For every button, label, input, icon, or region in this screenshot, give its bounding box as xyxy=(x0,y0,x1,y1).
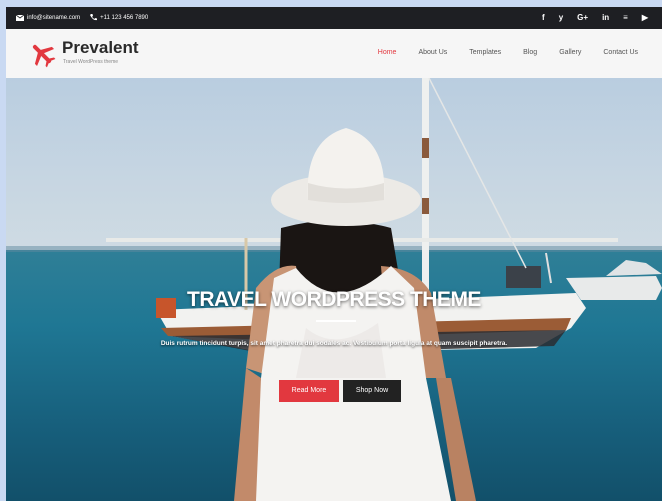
rss-icon[interactable]: ≡ xyxy=(623,13,628,22)
nav-item-about-us[interactable]: About Us xyxy=(418,49,447,56)
contact-info: info@sitename.com +11 123 456 7890 xyxy=(16,14,148,21)
social-links: f y G+ in ≡ ▶ xyxy=(542,13,648,22)
envelope-icon xyxy=(16,14,24,21)
shop-now-button[interactable]: Shop Now xyxy=(343,380,401,402)
google-plus-icon[interactable]: G+ xyxy=(577,13,588,22)
nav-item-gallery[interactable]: Gallery xyxy=(559,49,581,56)
hero-banner: TRAVEL WORDPRESS THEME Duis rutrum tinci… xyxy=(6,78,662,501)
youtube-icon[interactable]: ▶ xyxy=(642,13,648,22)
main-nav: Home About Us Templates Blog Gallery Con… xyxy=(378,49,638,56)
nav-item-contact-us[interactable]: Contact Us xyxy=(603,49,638,56)
site-tagline: Travel WordPress theme xyxy=(63,59,119,65)
facebook-icon[interactable]: f xyxy=(542,13,545,22)
nav-item-home[interactable]: Home xyxy=(378,49,397,56)
browser-frame: info@sitename.com +11 123 456 7890 f y G… xyxy=(6,7,662,501)
nav-item-templates[interactable]: Templates xyxy=(469,49,501,56)
hero-subtitle: Duis rutrum tincidunt turpis, sit amet p… xyxy=(160,340,508,347)
read-more-button[interactable]: Read More xyxy=(279,380,339,402)
phone-icon xyxy=(90,14,98,21)
nav-item-blog[interactable]: Blog xyxy=(523,49,537,56)
twitter-icon[interactable]: y xyxy=(559,13,563,22)
phone-text: +11 123 456 7890 xyxy=(100,14,149,21)
hero-title: TRAVEL WORDPRESS THEME xyxy=(187,288,481,311)
airplane-icon[interactable] xyxy=(28,40,56,68)
phone-contact[interactable]: +11 123 456 7890 xyxy=(90,14,148,21)
site-header: Prevalent Travel WordPress theme Home Ab… xyxy=(6,29,662,79)
site-brand[interactable]: Prevalent xyxy=(62,38,139,58)
hero-content: TRAVEL WORDPRESS THEME Duis rutrum tinci… xyxy=(6,78,662,501)
email-contact[interactable]: info@sitename.com xyxy=(16,14,81,21)
top-bar: info@sitename.com +11 123 456 7890 f y G… xyxy=(6,7,662,29)
hero-divider xyxy=(316,320,356,322)
linkedin-icon[interactable]: in xyxy=(602,13,609,22)
email-text: info@sitename.com xyxy=(27,14,81,21)
